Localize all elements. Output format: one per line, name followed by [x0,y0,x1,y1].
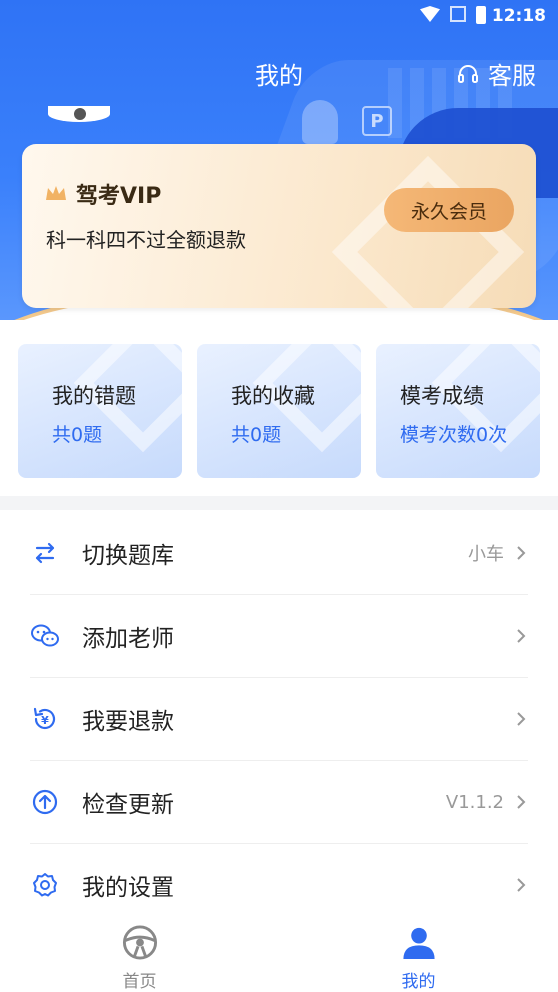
status-time: 12:18 [491,6,546,26]
status-bar: 12:18 [0,0,558,32]
menu-label: 我的设置 [82,875,174,901]
customer-service-label: 客服 [488,62,536,90]
signal-icon [450,6,466,22]
menu-label: 我要退款 [82,709,174,735]
steering-wheel-icon [122,925,157,960]
battery-icon [476,6,486,24]
stat-name: 模考成绩 [400,384,484,408]
update-icon [30,787,60,817]
chevron-right-icon [517,629,526,643]
settings-menu: 切换题库 小车 添加老师 ¥ 我要退款 检查更新 V1.1.2 我的设置 [0,512,558,926]
vip-title: 驾考VIP [76,184,162,209]
menu-item-switch-bank[interactable]: 切换题库 小车 [30,512,528,595]
vip-membership-button[interactable]: 永久会员 [384,188,514,232]
mock-exam-card[interactable]: 模考成绩 模考次数0次 [376,344,540,478]
version-value: V1.1.2 [445,791,504,813]
favorites-card[interactable]: 我的收藏 共0题 [197,344,361,478]
crown-icon [46,186,66,200]
vip-title-row: 驾考VIP [44,178,161,210]
svg-text:¥: ¥ [41,714,49,727]
menu-label: 添加老师 [82,626,174,652]
tab-me[interactable]: 我的 [279,912,558,992]
vip-description: 科一科四不过全额退款 [46,228,246,252]
menu-value: 小车 [468,544,504,565]
menu-label: 检查更新 [82,792,174,818]
vip-card[interactable]: 驾考VIP 科一科四不过全额退款 永久会员 [22,144,536,308]
user-icon [402,927,435,960]
chevron-right-icon [517,878,526,892]
menu-item-add-teacher[interactable]: 添加老师 [30,595,528,678]
chevron-right-icon [517,546,526,560]
tab-home[interactable]: 首页 [0,912,279,992]
wechat-icon [30,621,60,651]
person-illustration [302,100,338,144]
section-divider [0,496,558,510]
settings-icon [30,870,60,900]
stat-name: 我的收藏 [231,384,315,408]
wrong-questions-card[interactable]: 我的错题 共0题 [18,344,182,478]
tab-label: 我的 [401,972,436,992]
menu-label: 切换题库 [82,543,174,569]
stat-value: 模考次数0次 [400,424,508,446]
wifi-icon [420,6,440,22]
switch-icon [30,538,60,568]
bottom-tab-bar: 首页 我的 [0,912,558,992]
eye-illustration [48,106,110,122]
refund-icon: ¥ [30,704,60,734]
chevron-right-icon [517,712,526,726]
headset-icon [458,64,478,83]
tab-label: 首页 [122,972,157,992]
menu-item-refund[interactable]: ¥ 我要退款 [30,678,528,761]
chevron-right-icon [517,795,526,809]
stat-value: 共0题 [52,424,103,446]
parking-sign-illustration: P [362,106,392,136]
customer-service-button[interactable]: 客服 [456,56,536,91]
stat-value: 共0题 [231,424,282,446]
stat-name: 我的错题 [52,384,136,408]
menu-item-check-update[interactable]: 检查更新 V1.1.2 [30,761,528,844]
stats-row: 我的错题 共0题 我的收藏 共0题 模考成绩 模考次数0次 [18,344,540,478]
